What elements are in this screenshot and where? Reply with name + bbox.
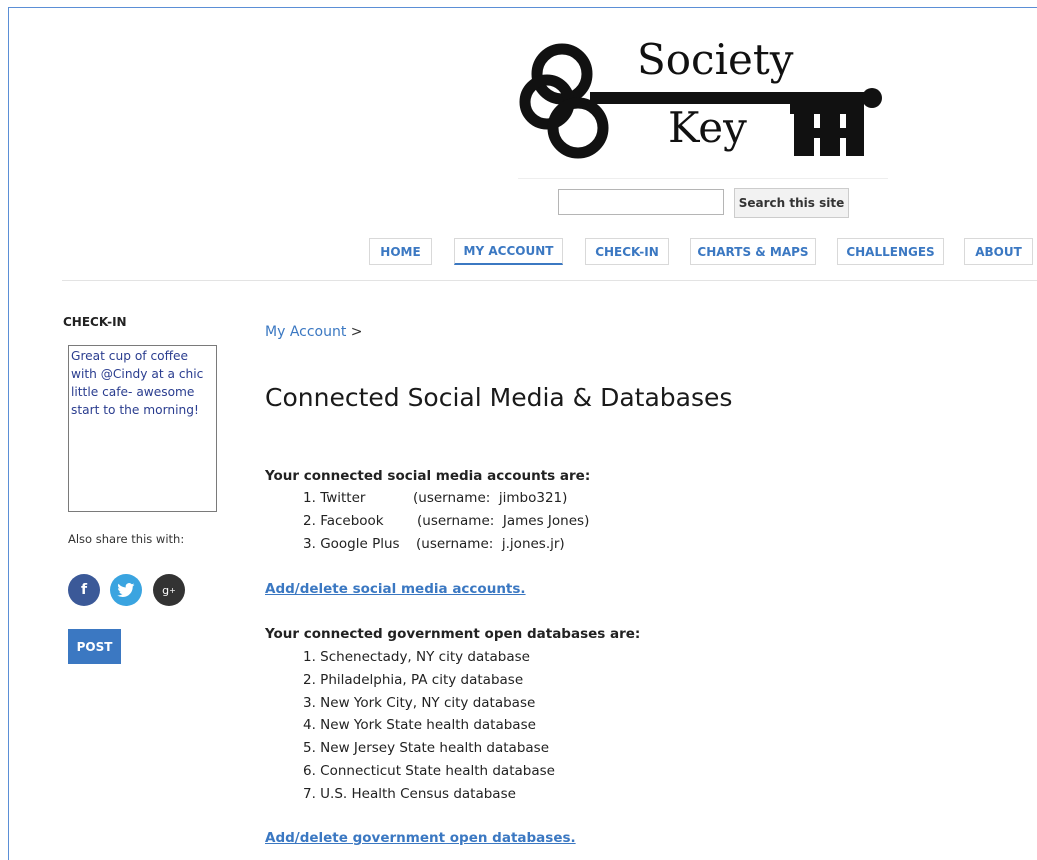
account-name: Twitter [320,490,366,506]
twitter-icon[interactable] [110,574,142,606]
item-number: 2. [303,512,316,529]
add-delete-databases-link[interactable]: Add/delete government open databases. [265,830,576,846]
nav-about[interactable]: ABOUT [964,238,1033,265]
breadcrumb: My Account > [265,324,363,340]
account-name: Google Plus [320,535,400,552]
databases-list: 1. Schenectady, NY city database 2. Phil… [303,646,555,806]
list-item: 4. New York State health database [303,717,536,734]
checkin-heading: CHECK-IN [63,315,127,329]
add-delete-social-link[interactable]: Add/delete social media accounts. [265,581,526,597]
window-frame-left [8,7,9,860]
account-username: (username: James Jones) [417,512,590,529]
checkin-textarea[interactable]: Great cup of coffee with @Cindy at a chi… [68,345,217,512]
breadcrumb-separator: > [350,324,363,340]
social-accounts-heading: Your connected social media accounts are… [265,468,591,484]
breadcrumb-my-account-link[interactable]: My Account [265,324,346,340]
account-username: (username: jimbo321) [413,490,568,506]
page-title: Connected Social Media & Databases [265,383,733,412]
search-input[interactable] [558,189,724,215]
nav-divider [62,280,1037,281]
logo-divider [518,178,888,179]
post-button[interactable]: POST [68,629,121,664]
list-item: 3. Google Plus (username: j.jones.jr) [303,533,623,556]
search-button[interactable]: Search this site [734,188,849,218]
list-item: 2. Philadelphia, PA city database [303,671,524,688]
account-name: Facebook [320,512,384,529]
list-item: 7. U.S. Health Census database [303,785,516,802]
google-plus-icon[interactable]: g + [153,574,185,606]
item-number: 1. [303,490,316,506]
window-frame-top [8,7,1037,8]
databases-heading: Your connected government open databases… [265,626,641,642]
nav-challenges[interactable]: CHALLENGES [837,238,944,265]
item-number: 3. [303,535,316,552]
logo-text-top: Society [633,36,798,84]
list-item: 1. Schenectady, NY city database [303,649,530,665]
list-item: 1. Twitter (username: jimbo321) [303,487,623,510]
list-item: 5. New Jersey State health database [303,740,550,757]
nav-charts-maps[interactable]: CHARTS & MAPS [690,238,816,265]
share-label: Also share this with: [68,532,185,546]
list-item: 2. Facebook (username: James Jones) [303,510,623,533]
facebook-icon[interactable]: f [68,574,100,606]
logo-text-bottom: Key [668,103,747,152]
site-logo[interactable]: Society Key [518,30,888,180]
nav-my-account[interactable]: MY ACCOUNT [454,238,563,265]
nav-home[interactable]: HOME [369,238,432,265]
list-item: 3. New York City, NY city database [303,694,536,711]
nav-check-in[interactable]: CHECK-IN [585,238,669,265]
social-accounts-list: 1. Twitter (username: jimbo321) 2. Faceb… [303,487,623,555]
account-username: (username: j.jones.jr) [416,535,565,552]
list-item: 6. Connecticut State health database [303,762,555,779]
